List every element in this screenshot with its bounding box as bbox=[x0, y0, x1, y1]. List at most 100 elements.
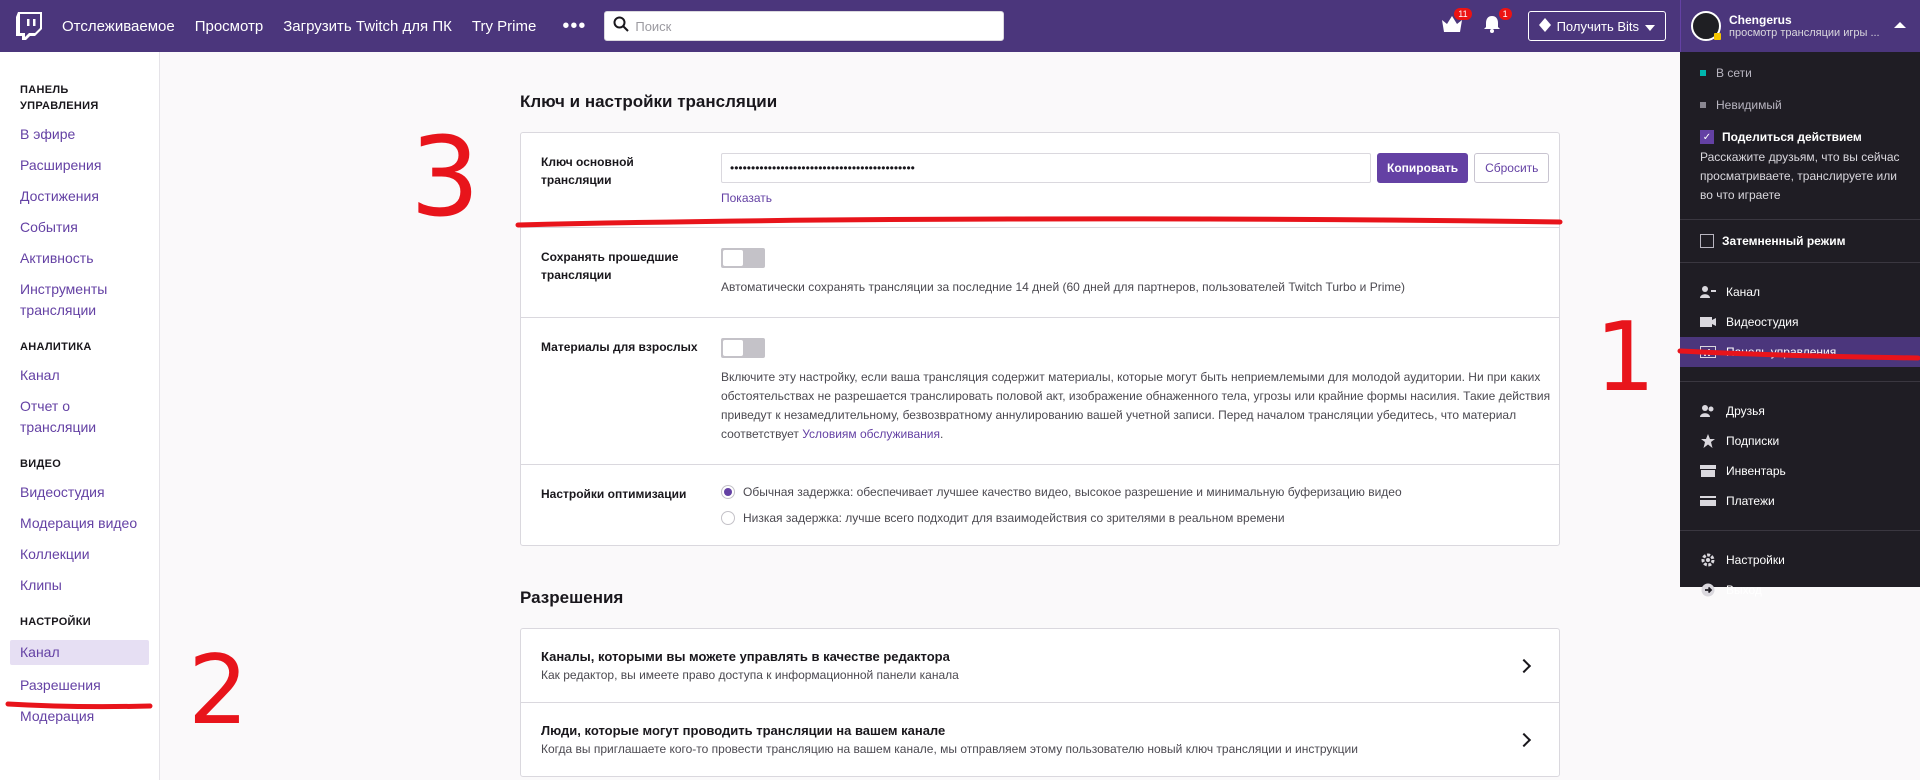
menu-item-inventory[interactable]: Инвентарь bbox=[1680, 456, 1920, 486]
permissions-title: Разрешения bbox=[520, 588, 624, 607]
menu-item-friends[interactable]: Друзья bbox=[1680, 396, 1920, 426]
sidebar-item-live[interactable]: В эфире bbox=[0, 124, 159, 145]
caret-up-icon bbox=[1894, 22, 1906, 28]
menu-item-channel[interactable]: Канал bbox=[1680, 277, 1920, 307]
annotation-number-two: 2 bbox=[188, 636, 248, 746]
low-latency-radio[interactable] bbox=[721, 511, 735, 525]
menu-item-settings[interactable]: Настройки bbox=[1680, 545, 1920, 575]
logout-icon bbox=[1700, 583, 1716, 597]
guest-broadcasters-subtitle: Когда вы приглашаете кого-то провести тр… bbox=[541, 742, 1358, 756]
user-dropdown-menu: В сети Невидимый ✓ Поделиться действием … bbox=[1680, 52, 1920, 597]
sidebar-heading-analytics: Аналитика bbox=[20, 341, 92, 353]
left-sidebar: Панель управления В эфире Расширения Дос… bbox=[0, 52, 160, 780]
dark-mode-option[interactable]: Затемненный режим bbox=[1680, 234, 1920, 248]
user-menu-button[interactable]: Chengerus просмотр трансляции игры ... bbox=[1680, 0, 1920, 52]
sidebar-item-clips[interactable]: Клипы bbox=[0, 575, 159, 596]
notifications-button[interactable]: 1 bbox=[1480, 8, 1512, 38]
get-bits-label: Получить Bits bbox=[1556, 18, 1639, 34]
normal-latency-radio[interactable] bbox=[721, 485, 735, 499]
inventory-icon bbox=[1700, 464, 1716, 478]
menu-item-payments-label: Платежи bbox=[1726, 494, 1775, 508]
sidebar-item-extensions[interactable]: Расширения bbox=[0, 155, 159, 176]
share-activity-note: Расскажите друзьям, что вы сейчас просма… bbox=[1700, 150, 1900, 202]
show-key-link[interactable]: Показать bbox=[721, 191, 772, 205]
sidebar-item-video-studio[interactable]: Видеостудия bbox=[0, 482, 159, 503]
terms-of-service-link[interactable]: Условиям обслуживания bbox=[802, 427, 940, 441]
nav-try-prime[interactable]: Try Prime bbox=[472, 18, 536, 35]
sidebar-item-collections[interactable]: Коллекции bbox=[0, 544, 159, 565]
stream-settings-title: Ключ и настройки трансляции bbox=[520, 92, 778, 111]
normal-latency-option[interactable]: Обычная задержка: обеспечивает лучшее ка… bbox=[721, 485, 1539, 499]
editor-channels-row[interactable]: Каналы, которыми вы можете управлять в к… bbox=[521, 629, 1559, 703]
avatar bbox=[1691, 11, 1721, 41]
sidebar-item-stream-report[interactable]: Отчет о трансляции bbox=[0, 396, 100, 438]
divider bbox=[1680, 219, 1920, 220]
guest-broadcasters-row[interactable]: Люди, которые могут проводить трансляции… bbox=[521, 703, 1559, 776]
sidebar-item-video-moderation[interactable]: Модерация видео bbox=[0, 513, 159, 534]
dark-mode-label: Затемненный режим bbox=[1722, 234, 1846, 248]
normal-latency-label: Обычная задержка: обеспечивает лучшее ка… bbox=[743, 485, 1402, 499]
optimization-row: Настройки оптимизации Обычная задержка: … bbox=[521, 465, 1559, 545]
sidebar-item-activity[interactable]: Активность bbox=[0, 248, 159, 269]
copy-button[interactable]: Копировать bbox=[1377, 153, 1469, 183]
twitch-logo-icon[interactable] bbox=[14, 11, 44, 41]
stream-key-row: Ключ основной трансляции Копировать Сбро… bbox=[521, 133, 1559, 228]
channel-icon bbox=[1700, 285, 1716, 299]
status-dot-icon bbox=[1714, 33, 1721, 40]
guest-broadcasters-title: Люди, которые могут проводить трансляции… bbox=[541, 723, 946, 738]
sidebar-heading-settings: Настройки bbox=[20, 616, 91, 628]
user-name: Chengerus bbox=[1729, 13, 1792, 27]
friends-icon bbox=[1700, 404, 1716, 418]
share-activity-option[interactable]: ✓ Поделиться действием bbox=[1680, 130, 1920, 144]
sidebar-item-moderation[interactable]: Модерация bbox=[0, 706, 159, 727]
bell-icon bbox=[1483, 15, 1501, 38]
menu-item-dashboard-label: Панель управления bbox=[1726, 345, 1837, 359]
sidebar-item-settings-channel[interactable]: Канал bbox=[10, 640, 149, 665]
stream-settings-card: Ключ основной трансляции Копировать Сбро… bbox=[520, 132, 1560, 546]
status-invisible-option[interactable]: Невидимый bbox=[1680, 98, 1920, 112]
stream-key-label: Ключ основной трансляции bbox=[541, 155, 634, 187]
sidebar-item-events[interactable]: События bbox=[0, 217, 159, 238]
nav-following[interactable]: Отслеживаемое bbox=[62, 18, 175, 35]
low-latency-option[interactable]: Низкая задержка: лучше всего подходит дл… bbox=[721, 511, 1539, 525]
dashboard-icon bbox=[1700, 345, 1716, 359]
menu-item-dashboard[interactable]: Панель управления bbox=[1680, 337, 1920, 367]
status-online-option[interactable]: В сети bbox=[1680, 66, 1920, 80]
bell-badge: 1 bbox=[1498, 8, 1512, 20]
reset-button[interactable]: Сбросить bbox=[1474, 153, 1550, 183]
more-menu-button[interactable]: ••• bbox=[562, 15, 586, 38]
bits-icon bbox=[1538, 17, 1551, 35]
save-past-toggle[interactable] bbox=[721, 248, 765, 268]
permissions-card: Каналы, которыми вы можете управлять в к… bbox=[520, 628, 1560, 777]
menu-item-settings-label: Настройки bbox=[1726, 553, 1785, 567]
sidebar-item-analytics-channel[interactable]: Канал bbox=[0, 365, 159, 386]
sidebar-item-permissions[interactable]: Разрешения bbox=[0, 675, 159, 696]
search-box[interactable] bbox=[604, 11, 1005, 41]
get-bits-button[interactable]: Получить Bits bbox=[1527, 11, 1666, 41]
menu-item-inventory-label: Инвентарь bbox=[1726, 464, 1786, 478]
search-input[interactable] bbox=[635, 18, 996, 34]
menu-item-video-studio[interactable]: Видеостудия bbox=[1680, 307, 1920, 337]
adult-content-toggle[interactable] bbox=[721, 338, 765, 358]
menu-item-subscriptions[interactable]: Подписки bbox=[1680, 426, 1920, 456]
share-activity-checkbox[interactable]: ✓ bbox=[1700, 130, 1714, 144]
nav-download-app[interactable]: Загрузить Twitch для ПК bbox=[283, 18, 452, 35]
menu-item-logout[interactable]: Выход bbox=[1680, 575, 1920, 605]
menu-item-friends-label: Друзья bbox=[1726, 404, 1765, 418]
save-past-description: Автоматически сохранять трансляции за по… bbox=[721, 280, 1406, 294]
search-icon bbox=[613, 16, 630, 37]
gear-icon bbox=[1700, 553, 1716, 567]
stream-key-input[interactable] bbox=[721, 153, 1371, 183]
sidebar-item-broadcast-tools[interactable]: Инструменты трансляции bbox=[0, 279, 120, 321]
annotation-number-three: 3 bbox=[410, 113, 480, 241]
nav-browse[interactable]: Просмотр bbox=[195, 18, 264, 35]
dark-mode-checkbox[interactable] bbox=[1700, 234, 1714, 248]
sidebar-item-achievements[interactable]: Достижения bbox=[0, 186, 159, 207]
share-activity-label: Поделиться действием bbox=[1722, 130, 1862, 144]
menu-item-channel-label: Канал bbox=[1726, 285, 1760, 299]
menu-item-payments[interactable]: Платежи bbox=[1680, 486, 1920, 516]
menu-item-logout-label: Выход bbox=[1726, 583, 1762, 597]
crown-button[interactable]: 11 bbox=[1440, 8, 1472, 38]
divider bbox=[1680, 530, 1920, 531]
chevron-right-icon bbox=[1516, 658, 1532, 673]
